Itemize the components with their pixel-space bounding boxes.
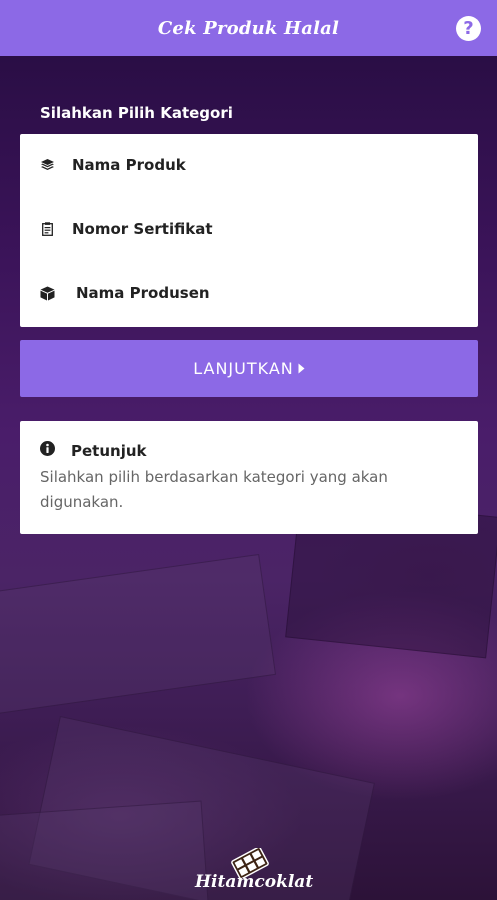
info-card: Petunjuk Silahkan pilih berdasarkan kate… [20,421,478,534]
info-text: Silahkan pilih berdasarkan kategori yang… [40,468,388,511]
app-title: Cek Produk Halal [157,17,340,39]
background-wood-plank [0,553,277,717]
info-title: Petunjuk [71,441,147,460]
continue-button[interactable]: LANJUTKAN [20,340,478,397]
cube-icon [38,284,56,302]
info-circle-icon [40,441,55,460]
brand-name: Hitamcoklat [195,872,314,892]
category-list: Nama Produk Nomor Sertifikat Nama Produs… [20,134,478,327]
category-item-nomor-sertifikat[interactable]: Nomor Sertifikat [20,209,478,249]
question-circle-icon[interactable]: ? [456,16,481,41]
clipboard-icon [38,220,56,238]
continue-label: LANJUTKAN [193,359,294,378]
category-label: Nama Produk [72,156,186,174]
help-symbol: ? [463,18,474,39]
info-header: Petunjuk [40,441,147,460]
category-item-nama-produsen[interactable]: Nama Produsen [20,273,478,313]
layers-icon [38,156,56,174]
caret-right-icon [298,363,305,374]
section-label: Silahkan Pilih Kategori [40,104,233,122]
category-label: Nama Produsen [76,284,210,302]
category-label: Nomor Sertifikat [72,220,213,238]
background-wood-plank [0,800,209,900]
brand-logo: Hitamcoklat [195,848,314,896]
category-item-nama-produk[interactable]: Nama Produk [20,145,478,185]
app-header: Cek Produk Halal ? [0,0,497,56]
